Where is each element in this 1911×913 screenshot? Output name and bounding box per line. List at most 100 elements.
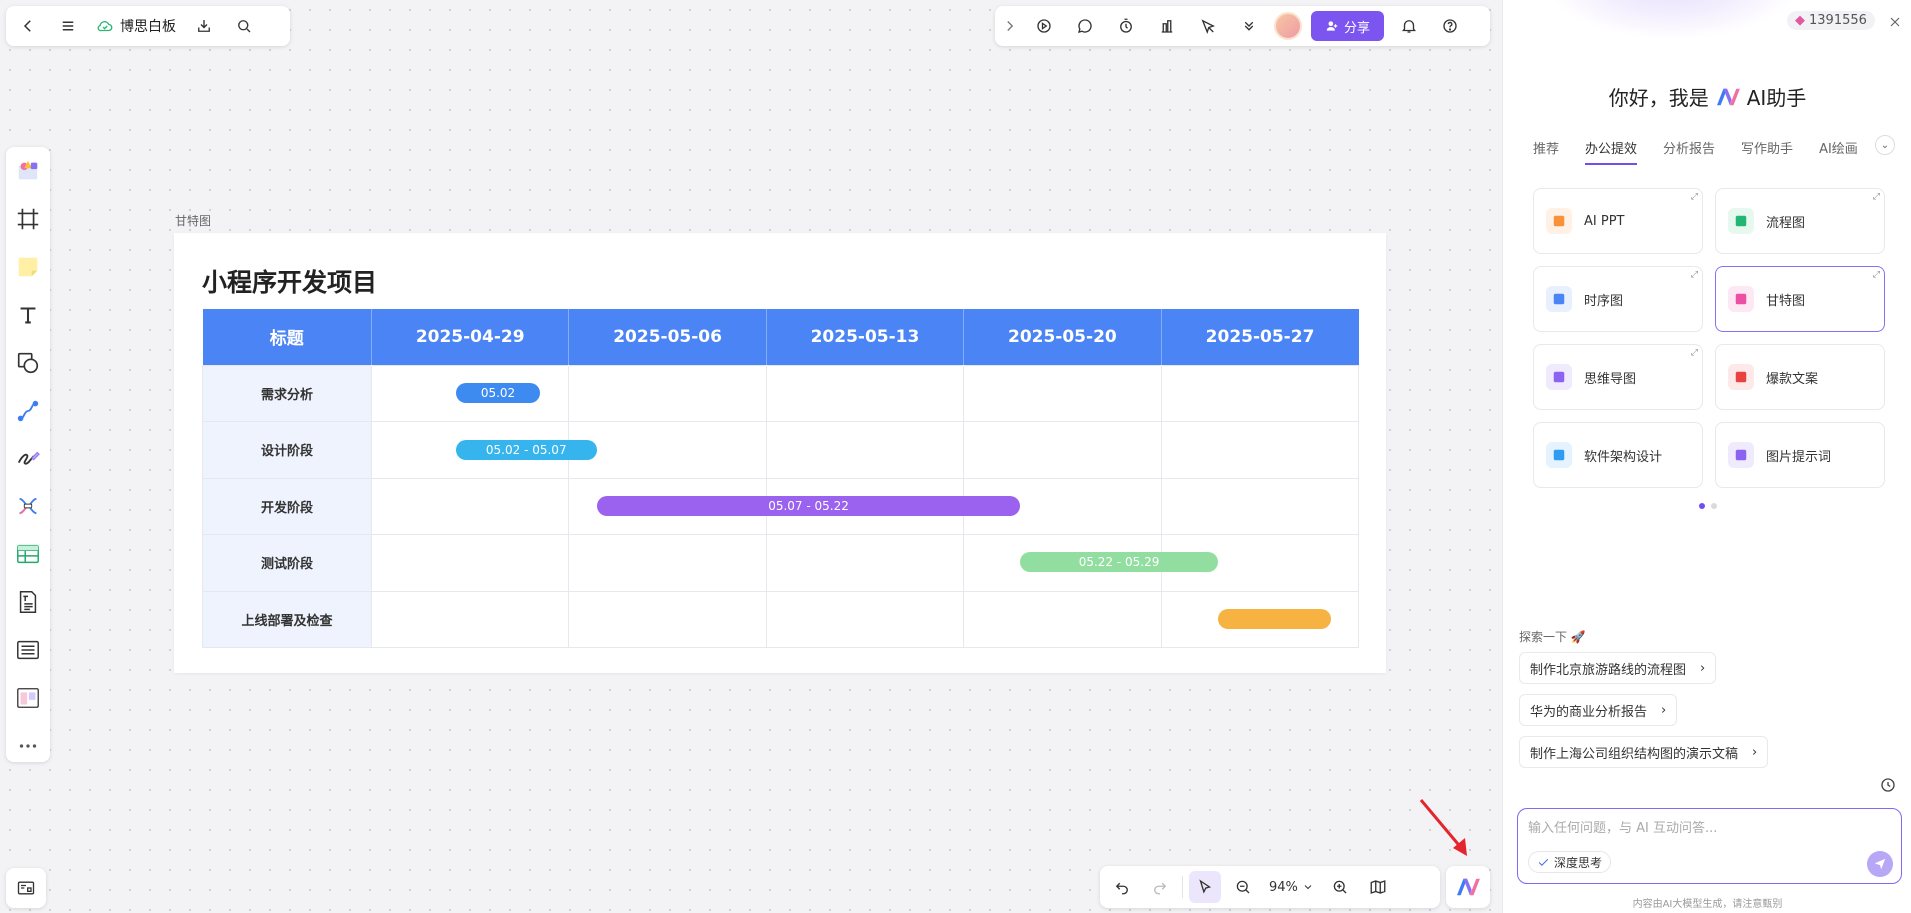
suggestions: 制作北京旅游路线的流程图 › 华为的商业分析报告 › 制作上海公司组织结构图的演示文…	[1519, 652, 1769, 768]
ppt-icon	[1546, 208, 1572, 234]
download-icon[interactable]	[188, 10, 220, 42]
rocket-icon: 🚀	[1570, 630, 1586, 644]
feature-card[interactable]: AI PPT ⤢	[1533, 188, 1703, 254]
greeting-prefix: 你好，我是	[1608, 86, 1709, 110]
feature-card-label: AI PPT	[1584, 213, 1625, 229]
connector-icon[interactable]	[11, 394, 45, 427]
document-icon[interactable]	[11, 586, 45, 619]
gantt-bar[interactable]: 05.02 - 05.07	[455, 439, 597, 460]
more-tools-icon[interactable]	[11, 729, 45, 762]
mindmap-tool-icon[interactable]	[11, 490, 45, 523]
tab-office[interactable]: 办公提效	[1585, 138, 1638, 165]
deep-think-button[interactable]: 深度思考	[1528, 851, 1612, 873]
help-icon[interactable]	[1434, 10, 1466, 42]
page-dot[interactable]	[1711, 503, 1717, 509]
feature-card[interactable]: 时序图 ⤢	[1533, 266, 1703, 332]
chat-input[interactable]	[1528, 817, 1888, 841]
gantt-bar[interactable]	[1217, 608, 1331, 629]
ai-assistant-button[interactable]	[1446, 866, 1490, 908]
pin-icon[interactable]: ⤢	[1873, 192, 1880, 202]
suggestion-item[interactable]: 制作北京旅游路线的流程图 ›	[1519, 652, 1717, 684]
feature-card[interactable]: 甘特图 ⤢	[1715, 266, 1885, 332]
page-dot[interactable]	[1699, 503, 1705, 509]
map-icon[interactable]	[1362, 871, 1394, 903]
tabs-expand-icon[interactable]: ⌄	[1875, 135, 1895, 155]
suggestion-text: 华为的商业分析报告	[1530, 704, 1648, 720]
minimap-icon	[17, 881, 35, 895]
feature-card[interactable]: 思维导图 ⤢	[1533, 344, 1703, 410]
gantt-header-row: 标题 2025-04-29 2025-05-06 2025-05-13 2025…	[202, 309, 1359, 365]
table-icon[interactable]	[11, 538, 45, 571]
gantt-bar[interactable]: 05.22 - 05.29	[1020, 552, 1218, 573]
suggestion-text: 制作上海公司组织结构图的演示文稿	[1530, 746, 1739, 762]
page-dots	[1699, 503, 1717, 509]
add-user-icon	[1326, 21, 1338, 31]
feature-card[interactable]: 爆款文案	[1715, 344, 1885, 410]
send-button[interactable]	[1867, 851, 1893, 877]
left-toolbar	[6, 147, 50, 762]
chevron-right-icon[interactable]	[1001, 10, 1019, 42]
gantt-bar-layer: 05.02 05.02 - 05.07 05.07 - 05.22 05.22 - 0…	[371, 365, 1359, 647]
zoom-in-icon[interactable]	[1324, 871, 1356, 903]
sticky-note-icon[interactable]	[11, 251, 45, 284]
feature-card[interactable]: 图片提示词	[1715, 422, 1885, 488]
feature-card-label: 图片提示词	[1766, 449, 1832, 465]
divider	[1182, 876, 1183, 898]
explore-title-text: 探索一下	[1519, 630, 1568, 644]
pin-icon[interactable]: ⤢	[1691, 270, 1698, 280]
tab-ai-drawing[interactable]: AI绘画	[1819, 138, 1858, 165]
back-icon[interactable]	[12, 10, 44, 42]
image-prompt-icon	[1728, 442, 1754, 468]
minimap-toggle[interactable]	[6, 868, 46, 908]
gantt-bar[interactable]: 05.02	[455, 383, 541, 404]
suggestion-item[interactable]: 制作上海公司组织结构图的演示文稿 ›	[1519, 736, 1769, 768]
architecture-icon	[1546, 442, 1572, 468]
document-title[interactable]: 博思白板	[92, 16, 180, 36]
feature-card[interactable]: 软件架构设计	[1533, 422, 1703, 488]
frame-icon[interactable]	[11, 203, 45, 236]
list-icon[interactable]	[11, 633, 45, 666]
close-icon[interactable]	[1885, 12, 1905, 32]
tab-analysis-report[interactable]: 分析报告	[1663, 138, 1715, 165]
text-icon[interactable]	[11, 299, 45, 332]
timer-icon[interactable]	[1110, 10, 1142, 42]
redo-icon[interactable]	[1144, 871, 1176, 903]
suggestion-item[interactable]: 华为的商业分析报告 ›	[1519, 694, 1678, 726]
pin-icon[interactable]: ⤢	[1873, 270, 1880, 280]
chevron-right-icon: ›	[1661, 702, 1667, 718]
pin-icon[interactable]: ⤢	[1691, 192, 1698, 202]
gantt-bar-label: 05.22 - 05.29	[1078, 555, 1160, 570]
shapes-icon[interactable]	[11, 346, 45, 379]
menu-icon[interactable]	[52, 10, 84, 42]
tab-recommend[interactable]: 推荐	[1533, 138, 1559, 165]
tab-writing-assistant[interactable]: 写作助手	[1741, 138, 1793, 165]
deep-think-icon	[1538, 858, 1549, 866]
zoom-out-icon[interactable]	[1227, 871, 1259, 903]
share-button[interactable]: 分享	[1311, 11, 1385, 41]
credits-badge[interactable]: ◆ 1391556	[1787, 11, 1875, 30]
feature-card[interactable]: 流程图 ⤢	[1715, 188, 1885, 254]
more-down-icon[interactable]	[1233, 10, 1265, 42]
gantt-bar[interactable]: 05.07 - 05.22	[596, 496, 1021, 516]
task-label: 上线部署及检查	[202, 590, 372, 648]
laser-pointer-icon[interactable]	[1192, 10, 1224, 42]
search-icon[interactable]	[228, 10, 260, 42]
avatar[interactable]	[1274, 12, 1302, 40]
pen-icon[interactable]	[11, 442, 45, 475]
undo-icon[interactable]	[1106, 871, 1138, 903]
gantt-icon	[1728, 286, 1754, 312]
comment-icon[interactable]	[1069, 10, 1101, 42]
vote-icon[interactable]	[1151, 10, 1183, 42]
kanban-icon[interactable]	[11, 681, 45, 714]
feature-card-label: 流程图	[1766, 215, 1806, 231]
chat-input-box: 深度思考	[1517, 808, 1902, 884]
templates-icon[interactable]	[11, 155, 45, 188]
zoom-level[interactable]: 94%	[1265, 880, 1318, 895]
bell-icon[interactable]	[1393, 10, 1425, 42]
share-label: 分享	[1344, 20, 1371, 36]
select-tool-icon[interactable]	[1189, 871, 1221, 903]
gantt-frame[interactable]: 小程序开发项目 标题 2025-04-29 2025-05-06 2025-05…	[174, 233, 1386, 673]
history-icon[interactable]	[1879, 776, 1897, 794]
pin-icon[interactable]: ⤢	[1691, 348, 1698, 358]
play-icon[interactable]	[1028, 10, 1060, 42]
